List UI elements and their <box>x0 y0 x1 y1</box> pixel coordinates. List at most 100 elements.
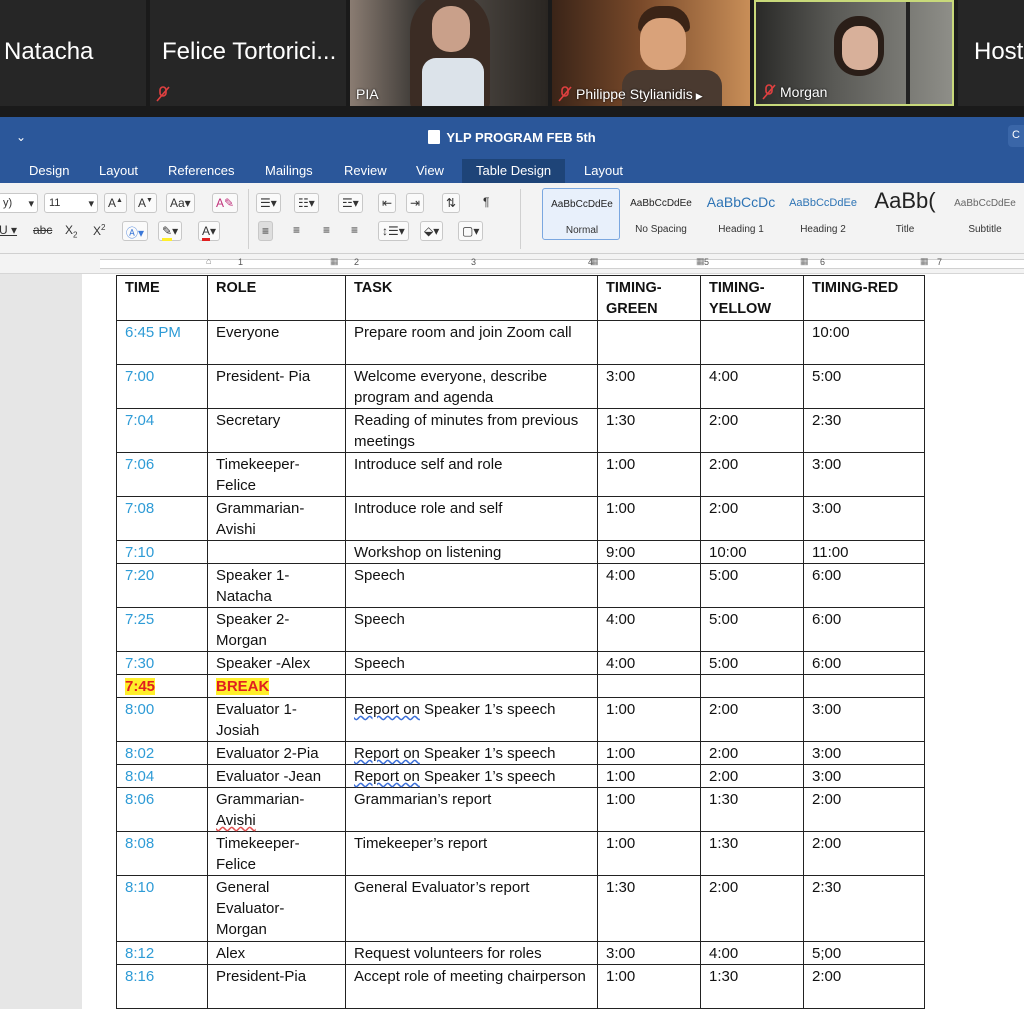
cell-green[interactable]: 1:00 <box>597 452 701 497</box>
tab-review[interactable]: Review <box>344 163 387 178</box>
cell-time[interactable]: 7:30 <box>116 651 208 675</box>
tab-references[interactable]: References <box>168 163 234 178</box>
cell-yellow[interactable]: 10:00 <box>700 540 804 564</box>
cell-red[interactable]: 10:00 <box>803 320 925 365</box>
column-marker[interactable]: ▦ <box>920 256 929 267</box>
font-name-dropdown[interactable]: y) ▾ <box>0 193 38 213</box>
cell-green[interactable] <box>597 320 701 365</box>
cell-red[interactable]: 2:30 <box>803 408 925 453</box>
cell-red[interactable]: 5;00 <box>803 941 925 965</box>
cell-green[interactable]: 1:30 <box>597 408 701 453</box>
cell-task[interactable]: General Evaluator’s report <box>345 875 598 942</box>
cell-role[interactable]: Grammarian- Avishi <box>207 787 346 832</box>
cell-time[interactable]: 8:06 <box>116 787 208 832</box>
cell-role[interactable]: BREAK <box>207 674 346 698</box>
subscript-button[interactable]: X2 <box>62 221 80 241</box>
cell-red[interactable]: 3:00 <box>803 697 925 742</box>
cell-green[interactable]: 4:00 <box>597 651 701 675</box>
header-timing-yellow[interactable]: TIMING- YELLOW <box>700 275 804 321</box>
cell-time[interactable]: 7:08 <box>116 496 208 541</box>
cell-task[interactable]: Speech <box>345 651 598 675</box>
cell-green[interactable]: 1:00 <box>597 764 701 788</box>
cell-time[interactable]: 7:45 <box>116 674 208 698</box>
cell-red[interactable]: 3:00 <box>803 741 925 765</box>
cell-red[interactable] <box>803 674 925 698</box>
numbering-button[interactable]: ☷▾ <box>294 193 319 213</box>
cell-task[interactable]: Welcome everyone, describe program and a… <box>345 364 598 409</box>
cell-role[interactable]: General Evaluator- Morgan <box>207 875 346 942</box>
cell-role[interactable]: Evaluator 2-Pia <box>207 741 346 765</box>
underline-button[interactable]: U ▾ <box>0 221 20 241</box>
text-effects-button[interactable]: Ⓐ▾ <box>122 221 149 241</box>
column-marker[interactable]: ▦ <box>696 256 705 267</box>
cell-green[interactable]: 3:00 <box>597 364 701 409</box>
participant-video-pia[interactable]: PIA <box>350 0 548 106</box>
participant-tile-natacha[interactable]: Natacha <box>0 0 146 106</box>
borders-button[interactable]: ▢▾ <box>458 221 484 241</box>
superscript-button[interactable]: X2 <box>90 221 108 241</box>
cell-time[interactable]: 8:04 <box>116 764 208 788</box>
cell-yellow[interactable]: 2:00 <box>700 452 804 497</box>
strikethrough-button[interactable]: abc <box>30 221 55 241</box>
style-normal[interactable]: AaBbCcDdEe Normal <box>542 188 620 240</box>
cell-yellow[interactable]: 2:00 <box>700 764 804 788</box>
cell-yellow[interactable]: 2:00 <box>700 496 804 541</box>
cell-green[interactable]: 1:00 <box>597 697 701 742</box>
cell-green[interactable]: 3:00 <box>597 941 701 965</box>
cell-green[interactable]: 1:00 <box>597 741 701 765</box>
tab-mailings[interactable]: Mailings <box>265 163 313 178</box>
cell-time[interactable]: 7:06 <box>116 452 208 497</box>
align-center-button[interactable]: ≡ <box>290 221 303 241</box>
cell-red[interactable]: 3:00 <box>803 496 925 541</box>
cell-role[interactable]: Secretary <box>207 408 346 453</box>
participant-video-philippe[interactable]: Philippe Stylianidis ▶ <box>552 0 750 106</box>
participant-tile-felice[interactable]: Felice Tortorici... <box>150 0 346 106</box>
style-title[interactable]: AaBb( Title <box>866 188 944 240</box>
justify-button[interactable]: ≡ <box>348 221 361 241</box>
participant-video-morgan[interactable]: Morgan <box>754 0 954 106</box>
cell-task[interactable]: Introduce role and self <box>345 496 598 541</box>
cell-role[interactable]: Speaker 2- Morgan <box>207 607 346 652</box>
cell-yellow[interactable] <box>700 320 804 365</box>
cell-yellow[interactable]: 2:00 <box>700 697 804 742</box>
cell-red[interactable]: 2:00 <box>803 964 925 1009</box>
cell-green[interactable]: 1:00 <box>597 964 701 1009</box>
tab-design[interactable]: Design <box>29 163 69 178</box>
cell-role[interactable]: Alex <box>207 941 346 965</box>
cell-red[interactable]: 3:00 <box>803 764 925 788</box>
cell-red[interactable]: 2:00 <box>803 831 925 876</box>
cell-task[interactable] <box>345 674 598 698</box>
cell-task[interactable]: Report on Speaker 1’s speech <box>345 741 598 765</box>
multilevel-list-button[interactable]: ☲▾ <box>338 193 363 213</box>
header-role[interactable]: ROLE <box>207 275 346 321</box>
cell-green[interactable]: 1:00 <box>597 831 701 876</box>
cell-role[interactable]: Evaluator 1- Josiah <box>207 697 346 742</box>
cell-yellow[interactable]: 1:30 <box>700 787 804 832</box>
cell-role[interactable]: Speaker -Alex <box>207 651 346 675</box>
cell-time[interactable]: 8:00 <box>116 697 208 742</box>
cell-task[interactable]: Prepare room and join Zoom call <box>345 320 598 365</box>
cell-yellow[interactable]: 5:00 <box>700 607 804 652</box>
cell-role[interactable]: Evaluator -Jean <box>207 764 346 788</box>
cell-task[interactable]: Reading of minutes from previous meeting… <box>345 408 598 453</box>
share-icon[interactable]: C <box>1008 125 1024 147</box>
cell-red[interactable]: 5:00 <box>803 364 925 409</box>
cell-yellow[interactable]: 4:00 <box>700 941 804 965</box>
line-spacing-button[interactable]: ↕☰▾ <box>378 221 409 241</box>
cell-time[interactable]: 7:25 <box>116 607 208 652</box>
decrease-indent-button[interactable]: ⇤ <box>378 193 397 213</box>
cell-task[interactable]: Accept role of meeting chairperson <box>345 964 598 1009</box>
cell-red[interactable]: 2:30 <box>803 875 925 942</box>
cell-red[interactable]: 3:00 <box>803 452 925 497</box>
cell-yellow[interactable]: 1:30 <box>700 831 804 876</box>
cell-role[interactable]: Timekeeper- Felice <box>207 831 346 876</box>
font-size-dropdown[interactable]: 11 ▾ <box>44 193 98 213</box>
cell-yellow[interactable]: 2:00 <box>700 875 804 942</box>
cell-time[interactable]: 8:08 <box>116 831 208 876</box>
cell-red[interactable]: 2:00 <box>803 787 925 832</box>
cell-task[interactable]: Workshop on listening <box>345 540 598 564</box>
cell-green[interactable] <box>597 674 701 698</box>
cell-time[interactable]: 7:10 <box>116 540 208 564</box>
cell-time[interactable]: 7:00 <box>116 364 208 409</box>
header-timing-green[interactable]: TIMING- GREEN <box>597 275 701 321</box>
